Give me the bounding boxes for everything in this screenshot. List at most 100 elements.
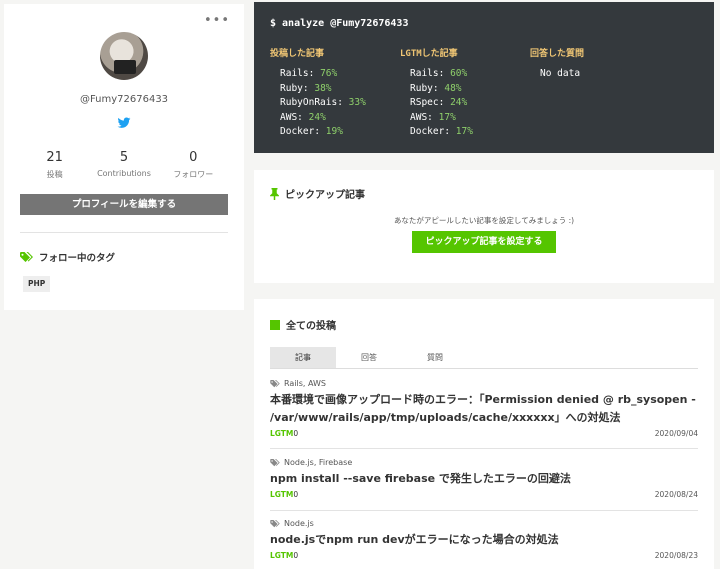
post-item: Node.js node.jsでnpm run devがエラーになった場合の対処… xyxy=(270,519,698,560)
term-value: 48% xyxy=(444,82,462,94)
term-key: Ruby: xyxy=(410,82,439,94)
followed-tags-heading: フォロー中のタグ xyxy=(20,250,115,264)
post-item: Node.js, Firebase npm install --save fir… xyxy=(270,458,698,499)
lgtm-count: LGTM0 xyxy=(270,490,298,499)
twitter-icon[interactable] xyxy=(117,116,131,130)
pickup-heading: ピックアップ記事 xyxy=(270,186,365,201)
term-value: 19% xyxy=(325,126,343,137)
term-key: AWS: xyxy=(280,111,303,123)
post-meta: LGTM0 2020/08/23 xyxy=(270,551,698,560)
divider xyxy=(20,232,228,233)
term-key: AWS: xyxy=(410,111,433,123)
term-value: 24% xyxy=(308,111,326,123)
posts-title: 全ての投稿 xyxy=(286,321,336,332)
lgtm-count: LGTM0 xyxy=(270,551,298,560)
set-pickup-button[interactable]: ピックアップ記事を設定する xyxy=(412,231,556,253)
terminal-column-answered: 回答した質問 No data xyxy=(530,46,584,82)
edit-profile-button[interactable]: プロフィールを編集する xyxy=(20,194,228,215)
posts-tabs: 記事 回答 質問 xyxy=(270,347,698,369)
square-icon xyxy=(270,319,280,330)
term-value: 60% xyxy=(450,68,468,79)
term-key: Rails: xyxy=(280,68,315,79)
term-value: 33% xyxy=(348,97,366,108)
tag-icon xyxy=(20,251,33,262)
tab-articles[interactable]: 記事 xyxy=(270,347,336,368)
post-tags: Rails, AWS xyxy=(270,379,698,388)
terminal-row: Ruby: 38% xyxy=(270,82,366,97)
post-tag-list[interactable]: Node.js xyxy=(284,519,314,528)
tag-icon xyxy=(270,519,280,527)
term-key: Docker: xyxy=(280,126,321,137)
terminal-row: No data xyxy=(530,67,584,82)
terminal-row: Ruby: 48% xyxy=(400,82,473,97)
terminal-row: RSpec: 24% xyxy=(400,96,473,111)
post-date: 2020/09/04 xyxy=(654,429,698,438)
terminal-column-title: LGTMした記事 xyxy=(400,49,458,59)
term-key: Ruby: xyxy=(280,82,309,94)
pickup-card: ピックアップ記事 あなたがアピールしたい記事を設定してみましょう :) ピックア… xyxy=(254,170,714,283)
post-date: 2020/08/23 xyxy=(654,551,698,560)
terminal-row: Docker: 17% xyxy=(400,125,473,140)
tab-questions[interactable]: 質問 xyxy=(402,347,468,368)
term-key: RSpec: xyxy=(410,97,445,108)
post-divider xyxy=(270,510,698,511)
stat-posts[interactable]: 21 投稿 xyxy=(20,150,89,180)
post-divider xyxy=(270,448,698,449)
terminal-row: Docker: 19% xyxy=(270,125,366,140)
avatar[interactable] xyxy=(100,32,148,80)
terminal-column-title: 回答した質問 xyxy=(530,49,585,59)
lgtm-number: 0 xyxy=(293,490,299,499)
lgtm-label: LGTM xyxy=(270,429,294,438)
term-value: 24% xyxy=(450,97,468,108)
post-tag-list[interactable]: Rails, AWS xyxy=(284,379,326,388)
term-key: Rails: xyxy=(410,68,445,79)
terminal-row: Rails: 60% xyxy=(400,67,473,82)
stat-number: 21 xyxy=(46,150,63,165)
post-title[interactable]: node.jsでnpm run devがエラーになった場合の対処法 xyxy=(270,531,698,549)
tag-chip-php[interactable]: PHP xyxy=(23,276,51,292)
terminal-row: Rails: 76% xyxy=(270,67,366,82)
profile-stats: 21 投稿 5 Contributions 0 フォロワー xyxy=(20,150,228,180)
post-title[interactable]: npm install --save firebase で発生したエラーの回避法 xyxy=(270,470,698,488)
terminal-column-posted: 投稿した記事 Rails: 76% Ruby: 38% RubyOnRais: … xyxy=(270,46,366,140)
post-title[interactable]: 本番環境で画像アップロード時のエラー：「Permission denied @ … xyxy=(270,391,698,427)
post-item: Rails, AWS 本番環境で画像アップロード時のエラー：「Permissio… xyxy=(270,379,698,438)
tag-icon xyxy=(270,458,280,466)
term-value: 17% xyxy=(438,111,456,123)
username: @Fumy72676433 xyxy=(79,94,169,105)
stat-number: 5 xyxy=(119,150,129,165)
pickup-title: ピックアップ記事 xyxy=(285,190,365,201)
post-date: 2020/08/24 xyxy=(654,490,698,499)
term-value: 76% xyxy=(320,68,338,79)
terminal-row: AWS: 24% xyxy=(270,111,366,126)
term-value: 38% xyxy=(314,82,332,94)
more-options-icon[interactable]: ••• xyxy=(204,14,230,27)
stat-label: フォロワー xyxy=(173,170,214,179)
pickup-description: あなたがアピールしたい記事を設定してみましょう :) xyxy=(393,216,575,225)
pin-icon xyxy=(270,187,279,200)
terminal-row: RubyOnRais: 33% xyxy=(270,96,366,111)
tag-icon xyxy=(270,379,280,387)
terminal-column-title: 投稿した記事 xyxy=(270,49,325,59)
tab-answers[interactable]: 回答 xyxy=(336,347,402,368)
term-key: No data xyxy=(540,68,581,79)
terminal-command: $ analyze @Fumy72676433 xyxy=(270,18,409,29)
post-meta: LGTM0 2020/09/04 xyxy=(270,429,698,438)
lgtm-number: 0 xyxy=(293,551,299,560)
post-tags: Node.js xyxy=(270,519,698,528)
term-key: RubyOnRais: xyxy=(280,97,343,108)
post-tag-list[interactable]: Node.js, Firebase xyxy=(284,458,352,467)
post-tags: Node.js, Firebase xyxy=(270,458,698,467)
post-meta: LGTM0 2020/08/24 xyxy=(270,490,698,499)
tags-heading-label: フォロー中のタグ xyxy=(39,253,116,264)
stat-label: 投稿 xyxy=(46,170,63,179)
terminal-row: AWS: 17% xyxy=(400,111,473,126)
lgtm-number: 0 xyxy=(293,429,299,438)
stat-followers[interactable]: 0 フォロワー xyxy=(159,150,228,180)
stat-number: 0 xyxy=(189,150,198,165)
stat-label: Contributions xyxy=(97,169,151,178)
lgtm-label: LGTM xyxy=(270,551,294,560)
stat-contributions[interactable]: 5 Contributions xyxy=(89,150,158,180)
profile-card: ••• @Fumy72676433 21 投稿 5 Contributions … xyxy=(4,4,244,310)
lgtm-count: LGTM0 xyxy=(270,429,298,438)
